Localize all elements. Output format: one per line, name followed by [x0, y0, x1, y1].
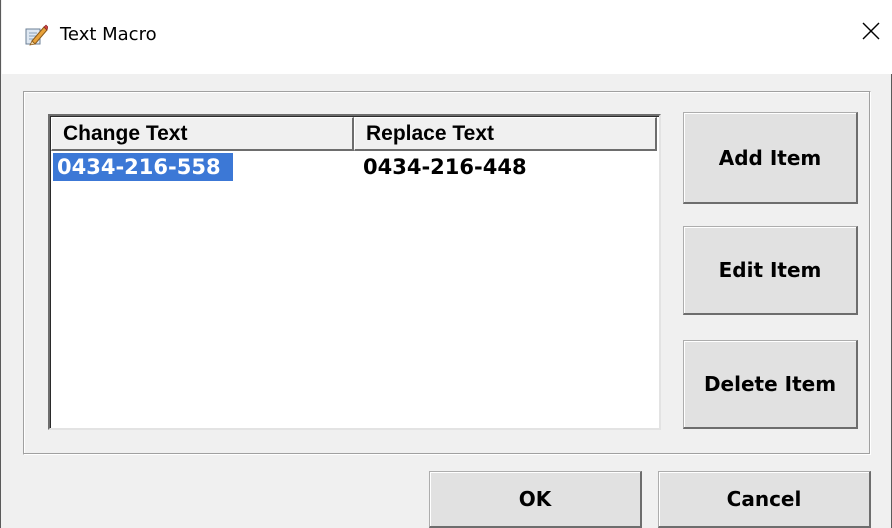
pencil-paper-icon [24, 24, 49, 46]
window-title: Text Macro [60, 24, 157, 45]
change-text-cell: 0434-216-558 [53, 153, 233, 181]
delete-item-button[interactable]: Delete Item [683, 340, 858, 429]
replace-text-cell: 0434-216-448 [363, 155, 527, 179]
title-bar: Text Macro [2, 0, 892, 74]
column-header-replace-text[interactable]: Replace Text [354, 117, 657, 151]
cancel-button[interactable]: Cancel [658, 471, 871, 528]
edit-item-button[interactable]: Edit Item [683, 226, 858, 315]
close-icon [861, 21, 881, 46]
list-row[interactable]: 0434-216-558 0434-216-448 [53, 153, 653, 181]
text-macro-dialog: Text Macro Change Text Replace Text 0434… [0, 0, 892, 528]
add-item-button[interactable]: Add Item [683, 112, 858, 204]
close-button[interactable] [850, 10, 892, 56]
column-header-change-text[interactable]: Change Text [51, 117, 354, 151]
ok-button[interactable]: OK [429, 471, 642, 528]
macro-list[interactable]: Change Text Replace Text 0434-216-558 04… [48, 114, 661, 430]
list-header: Change Text Replace Text [51, 117, 657, 151]
